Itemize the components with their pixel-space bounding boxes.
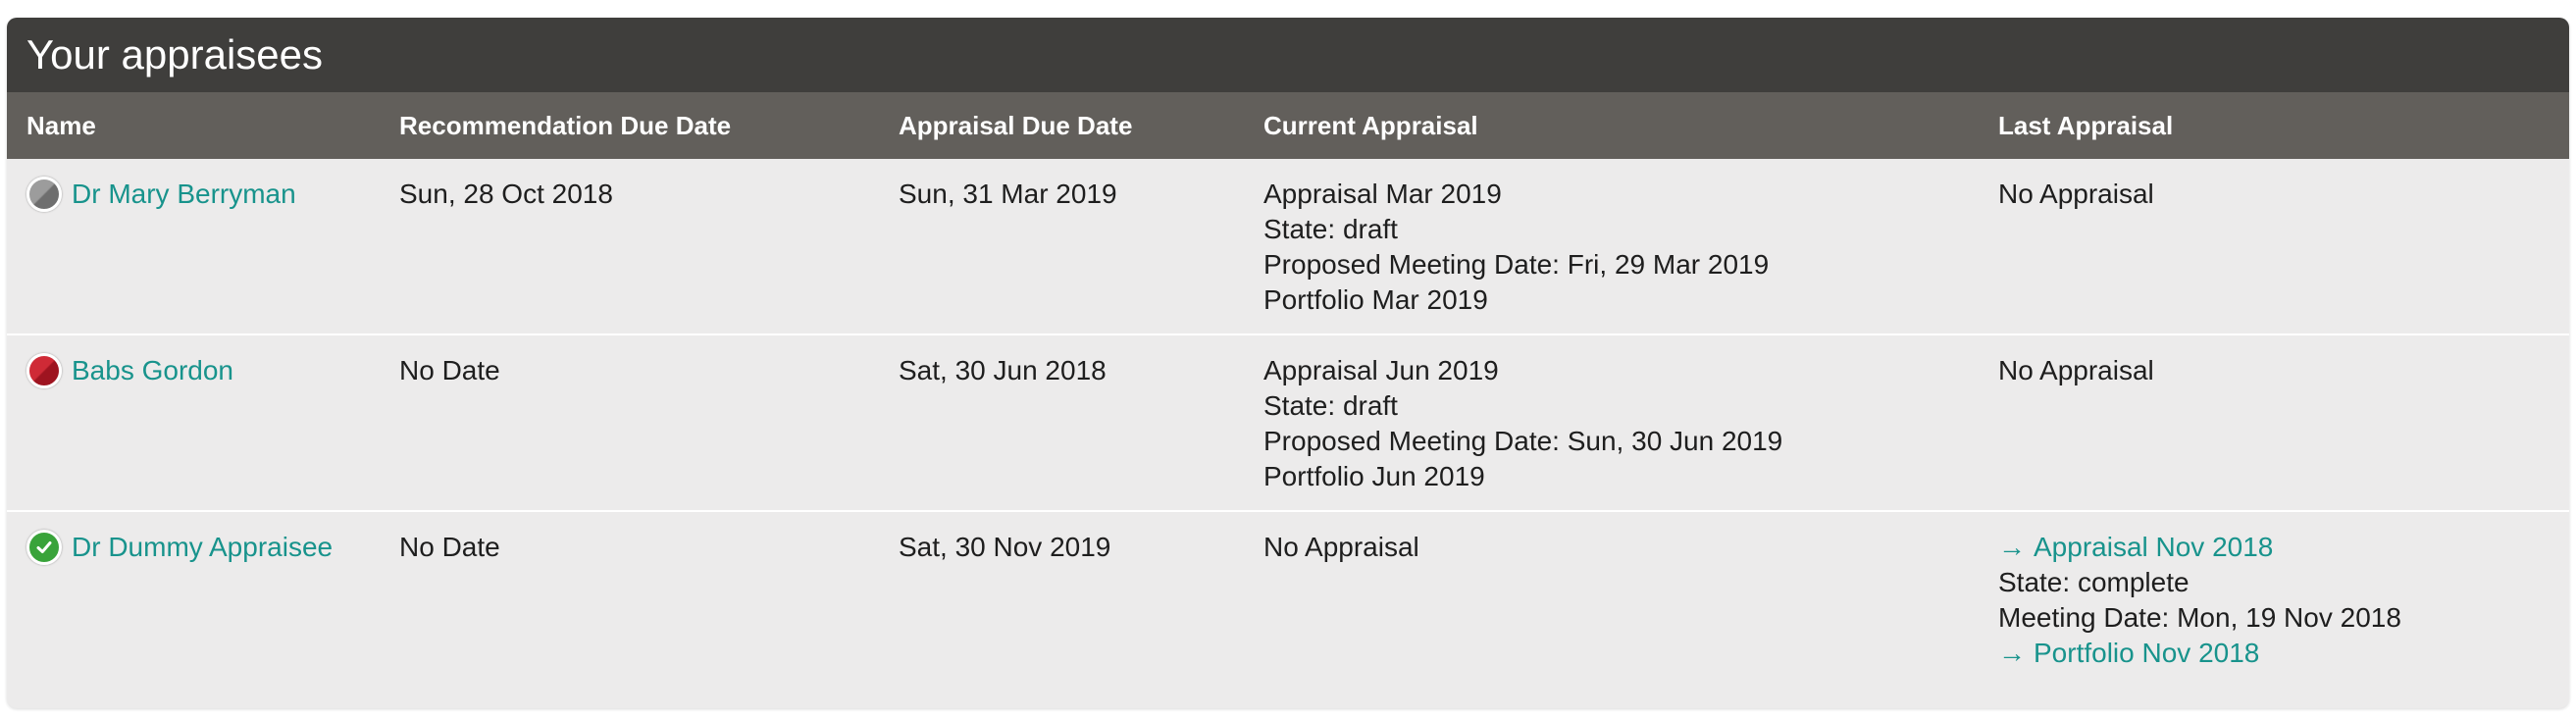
last-portfolio-link[interactable]: → Portfolio Nov 2018 — [1998, 636, 2401, 671]
table-row: Babs Gordon No Date Sat, 30 Jun 2018 App… — [7, 335, 2569, 512]
appraisal-due-date: Sat, 30 Nov 2019 — [899, 532, 1111, 562]
check-icon — [36, 541, 52, 553]
appraisal-due-date: Sun, 31 Mar 2019 — [899, 179, 1117, 209]
current-appraisal: Appraisal Mar 2019 State: draft Proposed… — [1263, 177, 1769, 318]
recommendation-due-date: Sun, 28 Oct 2018 — [399, 179, 613, 209]
header-recommendation-due-date: Recommendation Due Date — [399, 111, 732, 140]
last-appraisal-meeting-date: Meeting Date: Mon, 19 Nov 2018 — [1998, 602, 2401, 633]
current-appraisal-title: Appraisal Mar 2019 — [1263, 179, 1502, 209]
last-appraisal-title: Appraisal Nov 2018 — [2034, 532, 2274, 562]
current-appraisal-portfolio: Portfolio Mar 2019 — [1263, 284, 1488, 315]
last-appraisal-none: No Appraisal — [1998, 179, 2154, 209]
recommendation-due-date: No Date — [399, 355, 500, 385]
current-appraisal-state: State: draft — [1263, 390, 1398, 421]
status-grey-icon — [26, 177, 62, 212]
status-complete-check-icon — [26, 530, 62, 565]
panel-title: Your appraisees — [7, 18, 2569, 92]
name-cell: Dr Dummy Appraisee — [26, 530, 333, 565]
header-last-appraisal: Last Appraisal — [1998, 111, 2174, 140]
last-appraisal-none: No Appraisal — [1998, 355, 2154, 385]
table-header: Name Recommendation Due Date Appraisal D… — [7, 92, 2569, 159]
name-cell: Babs Gordon — [26, 353, 233, 388]
last-appraisal: No Appraisal — [1998, 353, 2154, 388]
current-appraisal-meeting-date: Proposed Meeting Date: Fri, 29 Mar 2019 — [1263, 249, 1770, 280]
appraisee-link[interactable]: Dr Dummy Appraisee — [72, 530, 333, 565]
current-appraisal-state: State: draft — [1263, 214, 1398, 244]
last-portfolio-title: Portfolio Nov 2018 — [2034, 638, 2260, 668]
current-appraisal-title: Appraisal Jun 2019 — [1263, 355, 1499, 385]
table-row: Dr Dummy Appraisee No Date Sat, 30 Nov 2… — [7, 512, 2569, 704]
current-appraisal: No Appraisal — [1263, 530, 1419, 565]
arrow-right-icon: → — [1998, 638, 2026, 668]
header-current-appraisal: Current Appraisal — [1263, 111, 1478, 140]
last-appraisal: No Appraisal — [1998, 177, 2154, 212]
status-red-icon — [26, 353, 62, 388]
table-row: Dr Mary Berryman Sun, 28 Oct 2018 Sun, 3… — [7, 159, 2569, 335]
recommendation-due-date: No Date — [399, 532, 500, 562]
current-appraisal-portfolio: Portfolio Jun 2019 — [1263, 461, 1485, 491]
appraisees-panel: Your appraisees Name Recommendation Due … — [7, 18, 2569, 708]
appraisal-due-date: Sat, 30 Jun 2018 — [899, 355, 1107, 385]
appraisee-link[interactable]: Babs Gordon — [72, 353, 233, 388]
header-appraisal-due-date: Appraisal Due Date — [899, 111, 1133, 140]
current-appraisal: Appraisal Jun 2019 State: draft Proposed… — [1263, 353, 1782, 494]
header-name: Name — [26, 111, 96, 140]
last-appraisal: → Appraisal Nov 2018 State: complete Meet… — [1998, 530, 2401, 671]
appraisee-link[interactable]: Dr Mary Berryman — [72, 177, 296, 212]
name-cell: Dr Mary Berryman — [26, 177, 296, 212]
last-appraisal-state: State: complete — [1998, 567, 2190, 597]
current-appraisal-none: No Appraisal — [1263, 532, 1419, 562]
last-appraisal-link[interactable]: → Appraisal Nov 2018 — [1998, 530, 2401, 565]
current-appraisal-meeting-date: Proposed Meeting Date: Sun, 30 Jun 2019 — [1263, 426, 1783, 456]
arrow-right-icon: → — [1998, 532, 2026, 562]
